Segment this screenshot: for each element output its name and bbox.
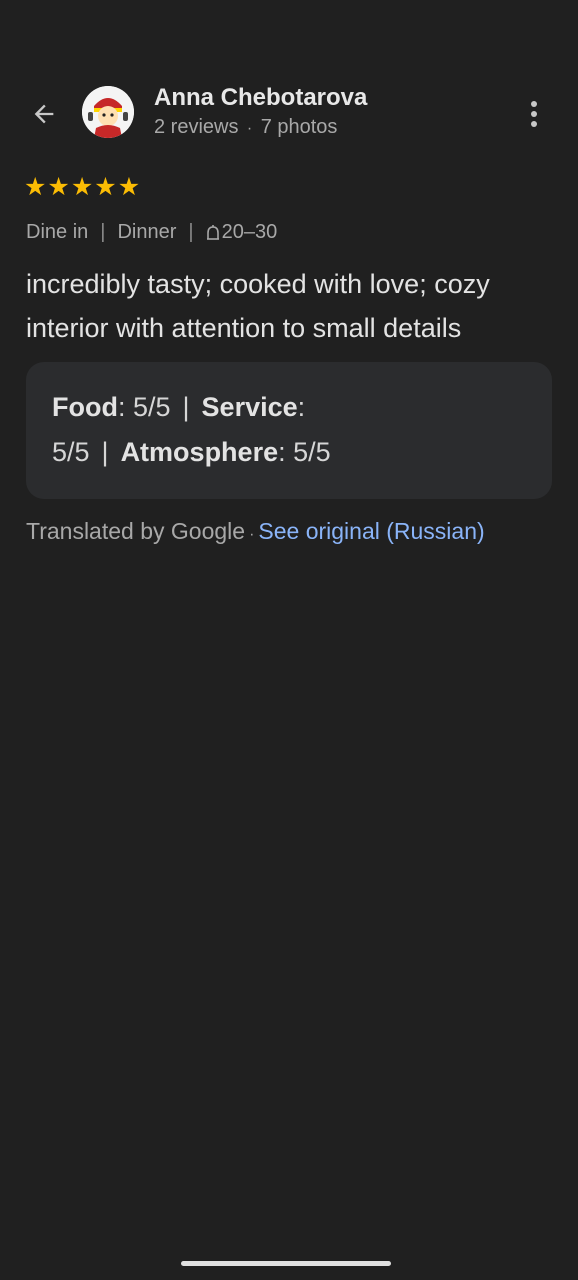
tag-separator: | — [188, 221, 194, 243]
reviewer-info[interactable]: Anna Chebotarova 2 reviews · 7 photos — [154, 84, 367, 142]
review-tags: Dine in | Dinner | 20–30 — [26, 218, 277, 246]
photos-count: 7 photos — [260, 116, 338, 138]
review-body: incredibly tasty; cooked with love; cozy… — [26, 269, 490, 343]
star-icon: ★ — [94, 173, 117, 201]
food-label: Food — [52, 392, 118, 422]
star-rating: ★ ★ ★ ★ ★ — [24, 174, 140, 200]
review-header: Anna Chebotarova 2 reviews · 7 photos — [0, 84, 578, 144]
service-type-tag: Dine in — [26, 221, 89, 243]
rating-separator: | — [101, 437, 109, 467]
translated-by-label: Translated by Google — [26, 518, 246, 544]
meta-dot: · — [242, 120, 257, 137]
translation-info: Translated by Google · See original (Russi… — [26, 514, 485, 552]
meal-type-tag: Dinner — [117, 221, 177, 243]
star-icon: ★ — [70, 173, 94, 201]
star-icon: ★ — [24, 173, 47, 201]
back-button[interactable] — [22, 92, 66, 136]
translation-dot: · — [249, 526, 255, 543]
home-indicator[interactable] — [181, 1261, 391, 1266]
reviews-count: 2 reviews — [154, 116, 239, 138]
atmosphere-value: : 5/5 — [278, 437, 331, 467]
sub-ratings-card: Food: 5/5 | Service: 5/5 | Atmosphere: 5/5 — [26, 362, 552, 499]
tag-separator: | — [100, 221, 106, 243]
review-detail-screen: Anna Chebotarova 2 reviews · 7 photos ★ … — [0, 0, 578, 1280]
service-label: Service — [201, 392, 298, 422]
atmosphere-label: Atmosphere — [120, 437, 279, 467]
price-range-tag: 20–30 — [221, 221, 278, 243]
food-value: : 5/5 — [117, 392, 171, 422]
reviewer-name[interactable]: Anna Chebotarova — [154, 84, 367, 112]
avatar[interactable] — [82, 86, 134, 138]
see-original-link[interactable]: See original (Russian) — [258, 518, 484, 544]
rating-separator: | — [182, 392, 190, 422]
sub-ratings-text: Food: 5/5 | Service: 5/5 | Atmosphere: 5/5 — [52, 392, 331, 467]
more-options-button[interactable] — [514, 94, 554, 134]
avatar-image — [82, 86, 134, 138]
more-vert-icon — [531, 101, 537, 127]
arrow-back-icon — [34, 104, 54, 124]
service-value: 5/5 — [52, 437, 90, 467]
star-icon: ★ — [117, 173, 141, 201]
price-icon — [206, 225, 219, 240]
reviewer-meta: 2 reviews · 7 photos — [154, 114, 367, 142]
star-icon: ★ — [47, 173, 70, 201]
